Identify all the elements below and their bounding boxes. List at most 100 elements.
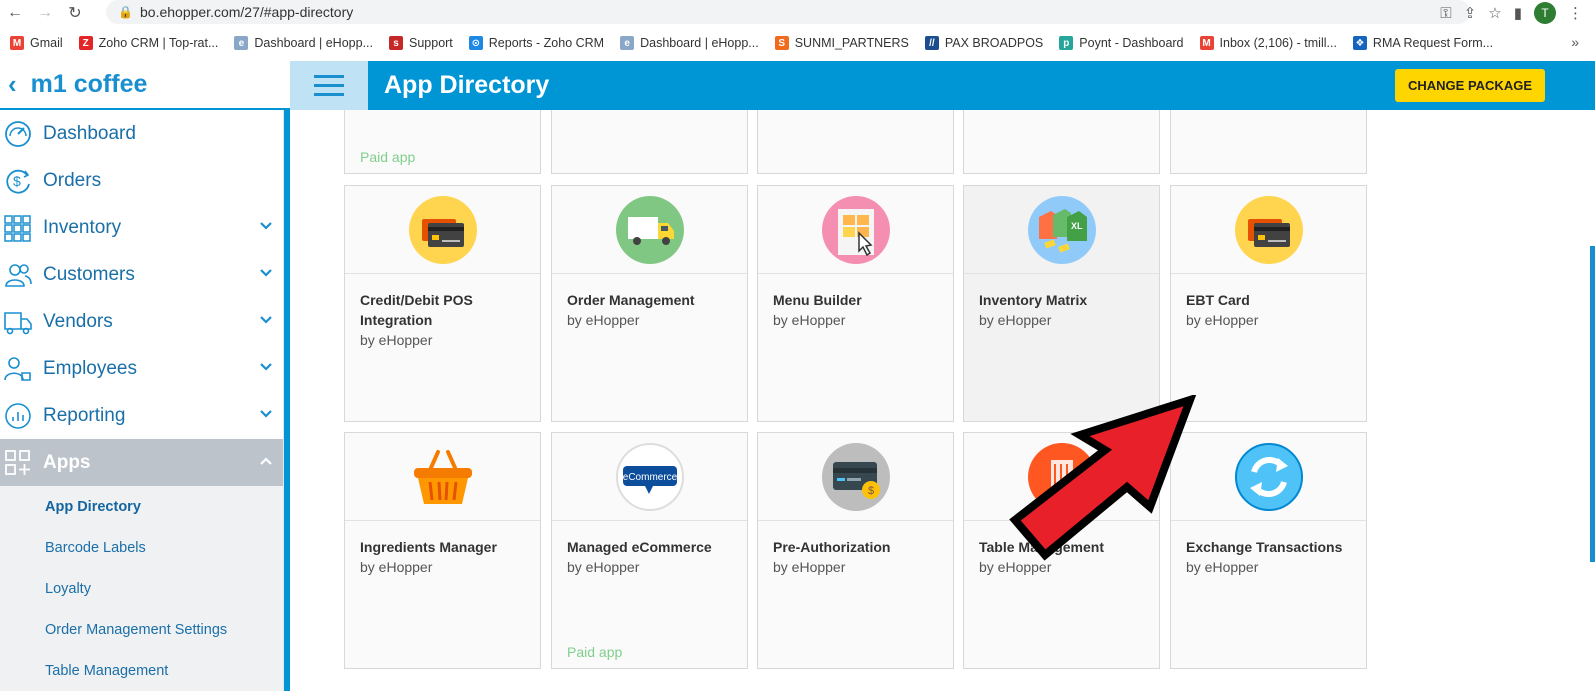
- app-card-inventory-matrix[interactable]: XL Inventory Matrix by eHopper: [963, 185, 1160, 422]
- app-card-pre-authorization[interactable]: $ Pre-Authorization by eHopper: [757, 432, 954, 669]
- sidebar-item-reporting[interactable]: Reporting: [0, 392, 283, 439]
- share-icon[interactable]: ⇪: [1464, 4, 1477, 22]
- chevron-left-icon[interactable]: ‹: [8, 69, 17, 100]
- ebt-card-icon: [1171, 186, 1366, 274]
- bookmark-item[interactable]: S SUNMI_PARTNERS: [774, 36, 909, 50]
- star-icon[interactable]: ☆: [1488, 4, 1501, 22]
- lock-icon: 🔒: [118, 5, 133, 19]
- customers-icon: [3, 260, 33, 290]
- chevron-down-icon[interactable]: [259, 360, 273, 374]
- bookmark-item[interactable]: e Dashboard | eHopp...: [620, 36, 759, 50]
- app-publisher: by eHopper: [360, 559, 433, 575]
- bookmark-item[interactable]: Z Zoho CRM | Top-rat...: [78, 36, 218, 50]
- sidebar-item-label: Dashboard: [43, 122, 136, 144]
- sidebar-item-vendors[interactable]: Vendors: [0, 298, 283, 345]
- paid-app-label: Paid app: [567, 644, 623, 660]
- app-card-menu-builder[interactable]: Menu Builder by eHopper: [757, 185, 954, 422]
- dashboard-icon: [3, 119, 33, 149]
- app-card-ingredients-manager[interactable]: Ingredients Manager by eHopper: [344, 432, 541, 669]
- menu-builder-icon: [758, 186, 953, 274]
- hamburger-menu-icon[interactable]: [290, 61, 368, 110]
- bookmark-item[interactable]: M Gmail: [10, 36, 63, 50]
- app-card-partial[interactable]: Paid app: [344, 110, 541, 174]
- sidebar-item-customers[interactable]: Customers: [0, 251, 283, 298]
- app-title: Table Management: [979, 539, 1104, 555]
- app-publisher: by eHopper: [567, 312, 640, 328]
- sidebar-item-dashboard[interactable]: Dashboard: [0, 110, 283, 157]
- app-card-credit-debit-pos-integration[interactable]: Credit/Debit POS Integration by eHopper: [344, 185, 541, 422]
- bookmark-item[interactable]: ⊙ Reports - Zoho CRM: [468, 36, 604, 50]
- forward-arrow-icon[interactable]: →: [30, 0, 60, 26]
- chevron-wrap[interactable]: [259, 313, 273, 327]
- app-card-managed-ecommerce[interactable]: eCommerce Managed eCommerce by eHopper Paid…: [551, 432, 748, 669]
- app-publisher: by eHopper: [1186, 559, 1259, 575]
- change-package-button[interactable]: CHANGE PACKAGE: [1395, 69, 1545, 102]
- app-card-table-management[interactable]: Table Management by eHopper: [963, 432, 1160, 669]
- sidebar-subitem-app-directory[interactable]: App Directory: [0, 486, 283, 527]
- app-card-partial[interactable]: [757, 110, 954, 174]
- app-card-order-management[interactable]: Order Management by eHopper: [551, 185, 748, 422]
- sidebar-item-employees[interactable]: Employees: [0, 345, 283, 392]
- app-card-partial[interactable]: [963, 110, 1160, 174]
- app-publisher: by eHopper: [979, 312, 1052, 328]
- bookmark-label: Dashboard | eHopp...: [640, 36, 759, 50]
- delivery-truck-icon: [552, 186, 747, 274]
- profile-avatar[interactable]: T: [1534, 2, 1556, 24]
- bookmarks-bar: M Gmail Z Zoho CRM | Top-rat... e Dashboard |…: [0, 29, 1595, 57]
- app-card-partial[interactable]: [551, 110, 748, 174]
- chevron-down-icon[interactable]: [259, 266, 273, 280]
- sidebar-subitem-barcode-labels[interactable]: Barcode Labels: [0, 527, 283, 568]
- app-title: Inventory Matrix: [979, 292, 1088, 308]
- app-card-exchange-transactions[interactable]: Exchange Transactions by eHopper: [1170, 432, 1367, 669]
- credit-card-icon: [345, 186, 540, 274]
- chevron-wrap[interactable]: [259, 360, 273, 374]
- app-title: Exchange Transactions: [1186, 539, 1343, 555]
- sidebar-item-orders[interactable]: $ Orders: [0, 157, 283, 204]
- table-management-icon: [964, 433, 1159, 521]
- bookmark-label: Poynt - Dashboard: [1079, 36, 1184, 50]
- bookmark-label: RMA Request Form...: [1372, 36, 1494, 50]
- app-title: Managed eCommerce: [567, 539, 712, 555]
- bookmarks-overflow-icon[interactable]: »: [1571, 34, 1579, 50]
- store-name[interactable]: m1 coffee: [31, 70, 148, 99]
- bookmark-favicon-icon: M: [1199, 36, 1214, 50]
- bookmark-favicon-icon: e: [620, 36, 635, 50]
- sidebar-item-apps[interactable]: Apps: [0, 439, 283, 486]
- chevron-down-icon[interactable]: [259, 219, 273, 233]
- chevron-wrap[interactable]: [259, 219, 273, 233]
- chevron-down-icon[interactable]: [259, 407, 273, 421]
- side-panel-icon[interactable]: ▮: [1514, 4, 1522, 22]
- employees-icon: [3, 354, 33, 384]
- bookmark-favicon-icon: s: [389, 36, 403, 50]
- bookmark-item[interactable]: // PAX BROADPOS: [924, 36, 1043, 50]
- chevron-wrap[interactable]: [259, 454, 273, 468]
- key-icon[interactable]: ⚿: [1440, 5, 1451, 22]
- sidebar-subitem-table-management[interactable]: Table Management: [0, 650, 283, 691]
- bookmark-item[interactable]: p Poynt - Dashboard: [1059, 36, 1184, 50]
- bookmark-item[interactable]: ❖ RMA Request Form...: [1352, 36, 1494, 50]
- sidebar: Dashboard $ Orders Inventory Customers Vendor…: [0, 110, 284, 691]
- back-arrow-icon[interactable]: ←: [0, 0, 30, 26]
- sidebar-subitem-loyalty[interactable]: Loyalty: [0, 568, 283, 609]
- svg-text:XL: XL: [1071, 221, 1083, 231]
- chevron-wrap[interactable]: [259, 407, 273, 421]
- menu-dots-icon[interactable]: ⋮: [1568, 4, 1583, 22]
- top-bar: App Directory CHANGE PACKAGE: [290, 61, 1595, 110]
- bookmark-item[interactable]: M Inbox (2,106) - tmill...: [1199, 36, 1337, 50]
- scrollbar[interactable]: [1590, 246, 1595, 562]
- chevron-down-icon[interactable]: [259, 313, 273, 327]
- address-bar[interactable]: 🔒 bo.ehopper.com/27/#app-directory: [106, 0, 1470, 24]
- chevron-wrap[interactable]: [259, 266, 273, 280]
- sidebar-subitem-order-management-settings[interactable]: Order Management Settings: [0, 609, 283, 650]
- app-card-ebt-card[interactable]: EBT Card by eHopper: [1170, 185, 1367, 422]
- svg-text:$: $: [13, 173, 21, 189]
- app-card-partial[interactable]: [1170, 110, 1367, 174]
- reload-icon[interactable]: ↻: [60, 0, 90, 26]
- page-title: App Directory: [384, 71, 550, 99]
- ecommerce-icon: eCommerce: [552, 433, 747, 521]
- sidebar-item-inventory[interactable]: Inventory: [0, 204, 283, 251]
- bookmark-item[interactable]: s Support: [389, 36, 453, 50]
- exchange-icon: [1171, 433, 1366, 521]
- chevron-up-icon[interactable]: [259, 454, 273, 468]
- bookmark-item[interactable]: e Dashboard | eHopp...: [234, 36, 373, 50]
